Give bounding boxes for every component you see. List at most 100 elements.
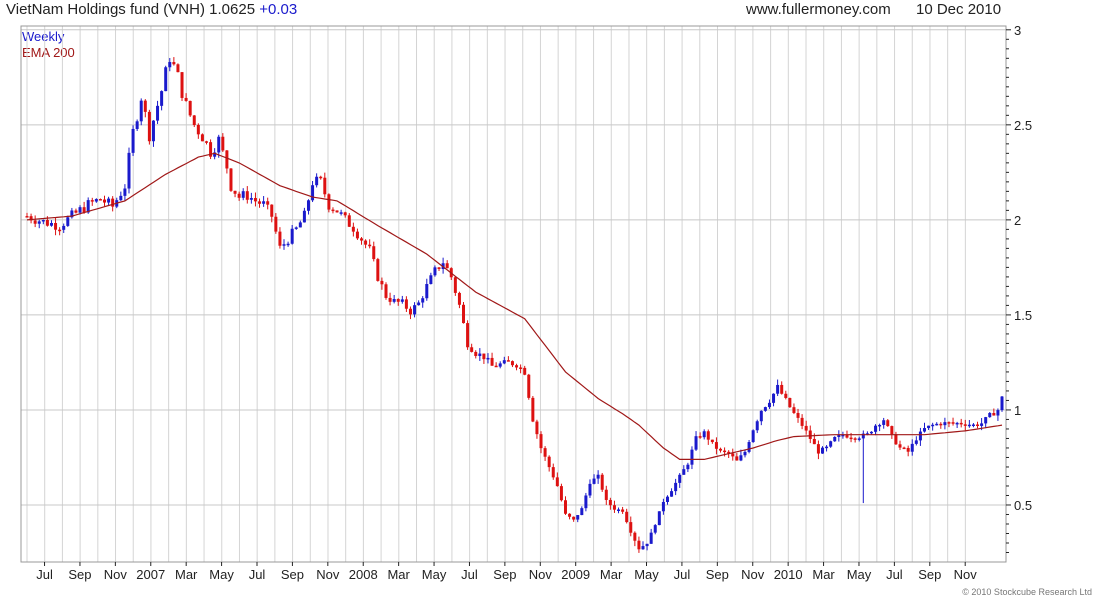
candle-body: [551, 467, 555, 478]
candle-body: [262, 201, 266, 204]
candle-body: [474, 351, 478, 356]
candle-body: [241, 191, 245, 198]
candle-body: [392, 299, 396, 302]
candle-body: [735, 456, 739, 461]
candle-body: [959, 422, 963, 425]
candle-body: [311, 185, 315, 201]
candle-body: [315, 176, 319, 186]
candle-body: [258, 201, 262, 204]
candle-body: [767, 402, 771, 408]
x-tick-label: Nov: [316, 567, 340, 582]
candle-body: [849, 437, 853, 440]
candle-body: [894, 434, 898, 445]
candle-body: [829, 441, 833, 447]
x-tick-label: Sep: [493, 567, 516, 582]
candle-body: [617, 509, 621, 511]
candle-body: [335, 210, 339, 213]
candle-body: [351, 226, 355, 232]
candle-body: [237, 193, 241, 198]
candle-body: [608, 499, 612, 506]
candle-body: [37, 221, 41, 224]
candle-body: [54, 222, 58, 230]
x-tick-label: 2010: [774, 567, 803, 582]
candle-body: [306, 200, 310, 211]
candle-body: [743, 451, 747, 456]
candle-body: [466, 323, 470, 348]
x-tick-label: Jul: [461, 567, 478, 582]
candle-body: [621, 509, 625, 512]
candle-body: [661, 501, 665, 512]
candle-body: [421, 298, 425, 303]
candle-body: [588, 483, 592, 496]
candle-body: [694, 436, 698, 450]
x-tick-label: May: [634, 567, 659, 582]
x-tick-label: May: [847, 567, 872, 582]
x-tick-label: Mar: [387, 567, 410, 582]
candle-body: [453, 277, 457, 293]
candle-body: [457, 292, 461, 305]
candle-body: [898, 444, 902, 448]
candle-body: [282, 244, 286, 246]
candle-body: [506, 360, 510, 362]
candle-body: [878, 424, 882, 427]
candle-body: [731, 453, 735, 457]
candle-body: [592, 478, 596, 484]
candle-body: [747, 442, 751, 452]
candle-body: [914, 440, 918, 444]
candle-body: [143, 100, 147, 112]
candle-body: [343, 212, 347, 216]
candle-body: [535, 421, 539, 435]
candle-body: [433, 267, 437, 276]
candle-body: [922, 428, 926, 432]
candle-body: [657, 511, 661, 526]
candle-body: [821, 447, 825, 454]
candle-body: [580, 508, 584, 516]
candle-body: [294, 227, 298, 229]
candle-body: [278, 231, 282, 246]
candle-body: [751, 430, 755, 443]
candle-body: [943, 422, 947, 426]
candle-body: [298, 222, 302, 228]
candle-body: [984, 417, 988, 424]
candle-body: [723, 450, 727, 453]
candle-body: [123, 188, 127, 196]
candle-body: [384, 284, 388, 298]
candle-body: [380, 280, 384, 285]
candle-body: [302, 210, 306, 223]
candle-body: [425, 284, 429, 299]
x-tick-label: 2008: [349, 567, 378, 582]
x-tick-label: Nov: [954, 567, 978, 582]
candle-body: [572, 516, 576, 520]
candle-body: [408, 308, 412, 315]
candle-body: [568, 513, 572, 517]
candle-body: [902, 447, 906, 450]
candle-body: [800, 417, 804, 426]
candle-body: [755, 421, 759, 431]
candle-body: [763, 407, 767, 411]
candle-body: [812, 438, 816, 445]
candle-body: [168, 62, 172, 68]
candle-body: [94, 199, 98, 202]
candle-body: [233, 190, 237, 194]
candle-body: [25, 216, 29, 218]
candle-body: [625, 511, 629, 523]
candle-body: [135, 121, 139, 129]
candle-body: [874, 425, 878, 432]
candle-body: [404, 299, 408, 309]
x-tick-label: Jul: [249, 567, 266, 582]
y-tick-label: 2: [1014, 213, 1021, 228]
candle-body: [576, 515, 580, 520]
candle-body: [784, 393, 788, 398]
candle-body: [62, 225, 66, 230]
candle-body: [645, 543, 649, 547]
candle-body: [833, 437, 837, 442]
candle-body: [498, 363, 502, 367]
x-tick-label: Mar: [175, 567, 198, 582]
candle-body: [192, 115, 196, 126]
candle-body: [947, 422, 951, 424]
x-tick-label: Nov: [741, 567, 765, 582]
candle-body: [686, 464, 690, 470]
candle-body: [360, 238, 364, 241]
candle-body: [539, 434, 543, 449]
candle-body: [494, 365, 498, 368]
